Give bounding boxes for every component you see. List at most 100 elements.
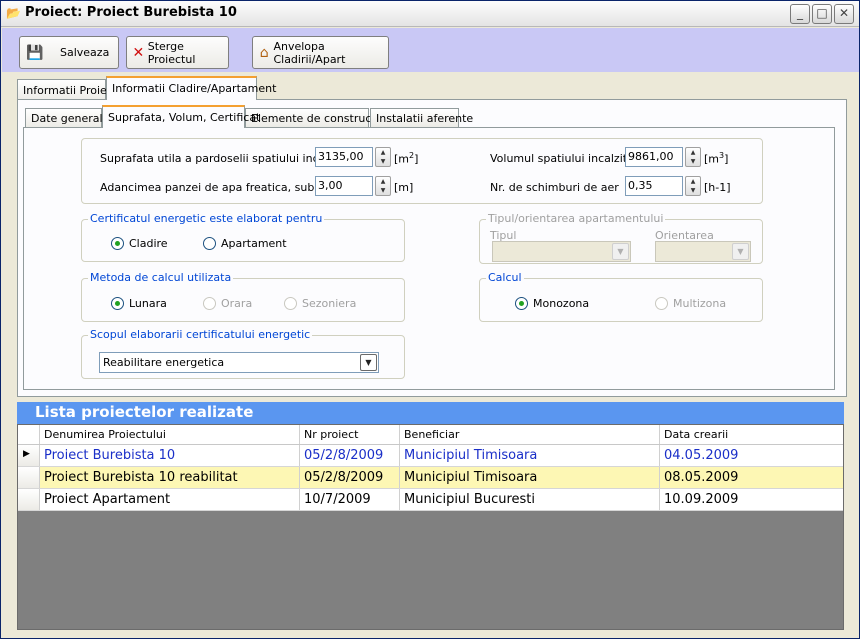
certificate-for-group: Certificatul energetic este elaborat pen… (81, 212, 405, 262)
cell-creation-date: 10.09.2009 (664, 492, 739, 507)
cell-project-name: Proiect Apartament (40, 489, 300, 510)
row-header-corner (18, 425, 40, 444)
toolbar: 💾 Salveaza ✕ Sterge Proiectul ⌂ Anvelopa… (2, 28, 859, 72)
projects-list-header: Lista proiectelor realizate (17, 402, 844, 424)
area-spinner[interactable]: ▲ ▼ (375, 147, 391, 167)
column-header-project-number[interactable]: Nr proiect (300, 425, 400, 444)
apartment-orientation-group: Tipul/orientarea apartamentului Tipul ▼ … (479, 212, 763, 264)
depth-value: 3,00 (318, 179, 343, 192)
calculation-method-group: Metoda de calcul utilizata Lunara Orara … (81, 271, 405, 322)
grid-header: Denumirea Proiectului Nr proiect Benefic… (18, 425, 843, 445)
tab-project-info[interactable]: Informatii Proiect (17, 79, 117, 101)
projects-grid: Denumirea Proiectului Nr proiect Benefic… (17, 424, 844, 630)
radio-apartment-label: Apartament (221, 237, 287, 250)
volume-unit: [m3] (704, 151, 729, 166)
chevron-down-icon: ▼ (360, 354, 377, 371)
orientation-select[interactable]: ▼ (655, 241, 751, 262)
air-changes-spinner[interactable]: ▲ ▼ (685, 176, 701, 196)
radio-monthly-label: Lunara (129, 297, 167, 310)
row-header (18, 489, 40, 510)
radio-single-zone-dot (515, 297, 528, 310)
column-header-beneficiary[interactable]: Beneficiar (400, 425, 660, 444)
chevron-down-icon: ▼ (612, 243, 629, 260)
radio-single-zone[interactable]: Monozona (515, 297, 589, 310)
cell-project-number: 05/2/8/2009 (300, 445, 400, 466)
area-input[interactable]: 3135,00 ▲ ▼ (315, 147, 391, 167)
dimensions-group: Suprafata utila a pardoselii spatiului i… (81, 138, 763, 204)
air-changes-unit: [h-1] (704, 181, 731, 194)
tab-building-info[interactable]: Informatii Cladire/Apartament (106, 76, 276, 100)
calculation-zone-group: Calcul Monozona Multizona (479, 271, 763, 322)
calculation-method-label: Metoda de calcul utilizata (88, 271, 234, 284)
cell-project-name: Proiect Burebista 10 reabilitat (40, 467, 300, 488)
area-value: 3135,00 (318, 150, 364, 163)
area-label: Suprafata utila a pardoselii spatiului i… (100, 152, 342, 165)
delete-x-icon: ✕ (132, 44, 145, 61)
apartment-type-select[interactable]: ▼ (492, 241, 631, 262)
certificate-purpose-value: Reabilitare energetica (103, 356, 225, 369)
delete-project-button[interactable]: ✕ Sterge Proiectul (126, 36, 229, 69)
minimize-button[interactable]: _ (790, 4, 810, 24)
volume-spinner[interactable]: ▲ ▼ (685, 147, 701, 167)
delete-project-label: Sterge Proiectul (147, 39, 196, 66)
radio-building[interactable]: Cladire (111, 237, 168, 250)
table-row[interactable]: Proiect Burebista 10 reabilitat 05/2/8/2… (18, 467, 843, 489)
maximize-button[interactable]: □ (812, 4, 832, 24)
row-header (18, 467, 40, 488)
building-envelope-button[interactable]: ⌂ Anvelopa Cladirii/Apart (252, 36, 389, 69)
certificate-purpose-label: Scopul elaborarii certificatului energet… (88, 328, 313, 341)
radio-single-zone-label: Monozona (533, 297, 590, 310)
depth-input[interactable]: 3,00 ▲ ▼ (315, 176, 391, 196)
air-changes-value: 0,35 (628, 179, 653, 192)
tab-related-installations[interactable]: Instalatii aferente (370, 108, 473, 127)
tab-construction-elements[interactable]: Elemente de constructie (245, 108, 386, 127)
cell-project-name: Proiect Burebista 10 (40, 445, 300, 466)
cell-project-number: 10/7/2009 (300, 489, 400, 510)
current-row-arrow-icon: ▶ (18, 445, 40, 466)
depth-label: Adancimea panzei de apa freatica, sub CT… (100, 181, 340, 194)
certificate-purpose-group: Scopul elaborarii certificatului energet… (81, 328, 405, 379)
title-bar: 📂 Proiect: Proiect Burebista 10 _ □ ✕ (1, 1, 859, 27)
main-window: 📂 Proiect: Proiect Burebista 10 _ □ ✕ 💾 … (0, 0, 860, 639)
apartment-orientation-label: Tipul/orientarea apartamentului (486, 212, 666, 225)
radio-multi-zone[interactable]: Multizona (655, 297, 726, 310)
tab-surface-volume-certificate[interactable]: Suprafata, Volum, Certificat (102, 105, 260, 128)
cell-beneficiary: Municipiul Timisoara (400, 445, 660, 466)
save-button[interactable]: 💾 Salveaza (19, 36, 119, 69)
cell-beneficiary: Municipiul Bucuresti (400, 489, 660, 510)
column-header-project-name[interactable]: Denumirea Proiectului (40, 425, 300, 444)
air-changes-input[interactable]: 0,35 ▲ ▼ (625, 176, 701, 196)
cell-project-number: 05/2/8/2009 (300, 467, 400, 488)
certificate-for-label: Certificatul energetic este elaborat pen… (88, 212, 325, 225)
tab-general-data[interactable]: Date generale (25, 108, 109, 127)
window-title: Proiect: Proiect Burebista 10 (25, 5, 237, 20)
volume-label: Volumul spatiului incalzit (490, 152, 628, 165)
radio-seasonal[interactable]: Sezoniera (284, 297, 356, 310)
radio-seasonal-dot (284, 297, 297, 310)
floppy-disk-icon: 💾 (26, 44, 44, 61)
table-row[interactable]: ▶ Proiect Burebista 10 05/2/8/2009 Munic… (18, 445, 843, 467)
area-unit: [m2] (394, 151, 419, 166)
cell-creation-date: 08.05.2009 (664, 470, 739, 485)
volume-value: 9861,00 (628, 150, 674, 163)
house-icon: ⌂ (259, 44, 269, 61)
radio-monthly-dot (111, 297, 124, 310)
folder-icon: 📂 (6, 6, 21, 20)
air-changes-label: Nr. de schimburi de aer (490, 181, 619, 194)
cell-beneficiary: Municipiul Timisoara (400, 467, 660, 488)
radio-monthly[interactable]: Lunara (111, 297, 167, 310)
radio-multi-zone-dot (655, 297, 668, 310)
radio-hourly-dot (203, 297, 216, 310)
close-button[interactable]: ✕ (834, 4, 854, 24)
surface-volume-panel: Suprafata utila a pardoselii spatiului i… (23, 127, 835, 390)
cell-creation-date: 04.05.2009 (664, 448, 739, 463)
volume-input[interactable]: 9861,00 ▲ ▼ (625, 147, 701, 167)
building-envelope-label: Anvelopa Cladirii/Apart (273, 39, 346, 66)
radio-hourly[interactable]: Orara (203, 297, 252, 310)
radio-apartment[interactable]: Apartament (203, 237, 287, 250)
depth-spinner[interactable]: ▲ ▼ (375, 176, 391, 196)
certificate-purpose-select[interactable]: Reabilitare energetica ▼ (99, 352, 379, 373)
table-row[interactable]: Proiect Apartament 10/7/2009 Municipiul … (18, 489, 843, 511)
save-button-label: Salveaza (60, 46, 110, 59)
column-header-creation-date[interactable]: Data crearii (660, 425, 843, 444)
